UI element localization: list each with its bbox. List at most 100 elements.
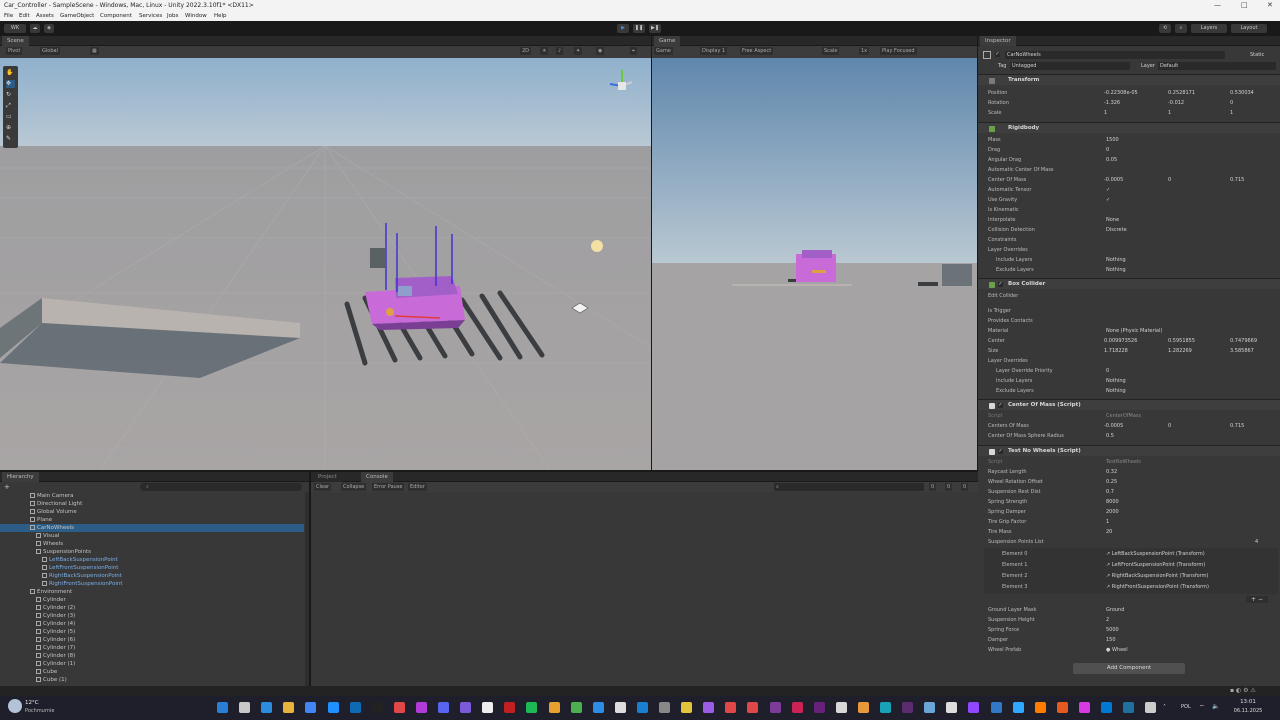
layout-dropdown[interactable]: Layout	[1231, 24, 1267, 33]
taskbar-app-icon[interactable]	[548, 702, 560, 713]
taskbar-app-icon[interactable]	[924, 702, 936, 713]
menu-window[interactable]: Window	[185, 13, 207, 19]
tnw-raycast-length-value[interactable]: 0.32	[1106, 467, 1117, 477]
cloud-icon[interactable]: ☁	[30, 24, 40, 33]
rb-com-x[interactable]: -0.0005	[1104, 175, 1123, 185]
pivot-dropdown[interactable]: Pivot	[6, 47, 23, 55]
tnw-wheel-rotation-offset-value[interactable]: 0.25	[1106, 477, 1117, 487]
hierarchy-item[interactable]: Environment	[0, 588, 304, 596]
suspension-element-0-value[interactable]: ↗ LeftBackSuspensionPoint (Transform)	[1106, 549, 1205, 559]
rot-x[interactable]: -1.326	[1104, 98, 1120, 108]
hierarchy-item[interactable]: Cylinder (2)	[0, 604, 304, 612]
tnw-spring-damper-value[interactable]: 2000	[1106, 507, 1119, 517]
menu-component[interactable]: Component	[100, 13, 132, 19]
weather-icon[interactable]	[8, 699, 22, 713]
taskbar-app-icon[interactable]	[880, 702, 891, 713]
taskbar-app-icon[interactable]	[636, 702, 648, 713]
menu-help[interactable]: Help	[214, 13, 227, 19]
hierarchy-item[interactable]: Cylinder (4)	[0, 620, 304, 628]
tnw-wheel-prefab-value[interactable]: ● Wheel	[1106, 645, 1128, 655]
rect-tool-icon[interactable]: ▭	[6, 113, 15, 121]
mode-2d-toggle[interactable]: 2D	[520, 47, 532, 55]
taskbar-app-icon[interactable]	[504, 702, 516, 713]
grid-snap-icon[interactable]: ▦	[90, 47, 99, 55]
hierarchy-item[interactable]: Wheels	[0, 540, 304, 548]
taskbar-app-icon[interactable]	[813, 702, 825, 713]
rb-mass-value[interactable]: 1500	[1106, 135, 1119, 145]
tray-chevron-icon[interactable]: ˄	[1163, 704, 1166, 711]
add-object-button[interactable]: +	[4, 483, 14, 491]
taskbar-app-icon[interactable]	[791, 702, 803, 713]
bc-size-x[interactable]: 1.718228	[1104, 346, 1128, 356]
bc-layer-override-priority-value[interactable]: 0	[1106, 366, 1109, 376]
active-checkbox[interactable]: ✓	[995, 52, 1000, 57]
hierarchy-item[interactable]: LeftFrontSuspensionPoint	[0, 564, 304, 572]
scale-z[interactable]: 1	[1230, 108, 1233, 118]
log-count[interactable]: 0	[929, 483, 937, 491]
test-no-wheels-header[interactable]: ✓ Test No Wheels (Script)	[978, 445, 1280, 456]
taskbar-app-icon[interactable]	[681, 702, 693, 713]
object-name-field[interactable]: CarNoWheels	[1005, 51, 1225, 59]
taskbar-app-icon[interactable]	[659, 702, 670, 713]
tnw-spring-strength-value[interactable]: 8000	[1106, 497, 1119, 507]
suspension-list-header[interactable]: Suspension Points List 4	[978, 537, 1280, 547]
game-view[interactable]	[652, 58, 977, 470]
bc-size-y[interactable]: 1.282269	[1168, 346, 1192, 356]
global-dropdown[interactable]: Global	[40, 47, 60, 55]
hierarchy-item[interactable]: Plane	[0, 516, 304, 524]
scale-value[interactable]: 1x	[859, 47, 870, 55]
display-dropdown[interactable]: Display 1	[700, 47, 728, 55]
com-center-of-mass-sphere-radius-value[interactable]: 0.5	[1106, 431, 1114, 441]
taskbar-app-icon[interactable]	[305, 702, 317, 713]
menu-edit[interactable]: Edit	[19, 13, 30, 19]
hierarchy-item[interactable]: Cylinder (5)	[0, 628, 304, 636]
hierarchy-item[interactable]: Cube (1)	[0, 676, 304, 684]
list-add-remove-buttons[interactable]: + −	[1246, 596, 1268, 603]
com-y[interactable]: 0	[1168, 421, 1171, 431]
menu-gameobject[interactable]: GameObject	[60, 13, 94, 19]
scale-x[interactable]: 1	[1104, 108, 1107, 118]
hierarchy-item[interactable]: Cube	[0, 668, 304, 676]
game-mode-dropdown[interactable]: Game	[654, 47, 673, 55]
hierarchy-item[interactable]: Main Camera	[0, 492, 304, 500]
hierarchy-item[interactable]: LeftBackSuspensionPoint	[0, 556, 304, 564]
pause-button[interactable]: ❚❚	[633, 24, 645, 33]
pos-y[interactable]: 0.2528171	[1168, 88, 1195, 98]
history-icon[interactable]: ⟲	[1159, 24, 1171, 33]
rb-exclude-layers-value[interactable]: Nothing	[1106, 265, 1126, 275]
tnw-suspension-rest-dist-value[interactable]: 0.7	[1106, 487, 1114, 497]
taskbar-app-icon[interactable]	[1123, 702, 1135, 713]
add-component-button[interactable]: Add Component	[1073, 663, 1185, 674]
tnw-damper-value[interactable]: 150	[1106, 635, 1116, 645]
aspect-dropdown[interactable]: Free Aspect	[740, 47, 774, 55]
camera-icon[interactable]: ⌖	[630, 47, 637, 55]
clock-time[interactable]: 13:01	[1228, 699, 1268, 705]
taskbar-app-icon[interactable]	[946, 702, 958, 713]
transform-tool-icon[interactable]: ⊕	[6, 124, 15, 132]
bc-material-value[interactable]: None (Physic Material)	[1106, 326, 1162, 336]
suspension-element-3-value[interactable]: ↗ RightFrontSuspensionPoint (Transform)	[1106, 582, 1209, 592]
bc-center-x[interactable]: 0.009973526	[1104, 336, 1137, 346]
tab-hierarchy[interactable]: Hierarchy	[2, 472, 39, 482]
taskbar-app-icon[interactable]	[703, 702, 715, 713]
rb-com-z[interactable]: 0.715	[1230, 175, 1244, 185]
scale-y[interactable]: 1	[1168, 108, 1171, 118]
rot-y[interactable]: -0.012	[1168, 98, 1184, 108]
taskbar-app-icon[interactable]	[835, 702, 847, 713]
tnw-enabled-checkbox[interactable]: ✓	[998, 449, 1003, 454]
tab-console[interactable]: Console	[361, 472, 393, 482]
taskbar-app-icon[interactable]	[990, 702, 1002, 713]
move-tool-icon[interactable]: ✥	[6, 80, 15, 88]
language-indicator[interactable]: POL	[1181, 704, 1191, 710]
rb-collision-detection-value[interactable]: Discrete	[1106, 225, 1127, 235]
center-of-mass-header[interactable]: ✓ Center Of Mass (Script)	[978, 399, 1280, 410]
taskbar-app-icon[interactable]	[349, 702, 361, 713]
taskbar-app-icon[interactable]	[1012, 702, 1024, 713]
hierarchy-item[interactable]: Cylinder (1)	[0, 660, 304, 668]
com-enabled-checkbox[interactable]: ✓	[998, 403, 1003, 408]
taskbar-app-icon[interactable]	[239, 702, 251, 713]
hand-tool-icon[interactable]: ✋	[6, 69, 15, 77]
taskbar-app-icon[interactable]	[614, 702, 626, 713]
menu-jobs[interactable]: Jobs	[167, 13, 178, 19]
layers-dropdown[interactable]: Layers	[1191, 24, 1227, 33]
